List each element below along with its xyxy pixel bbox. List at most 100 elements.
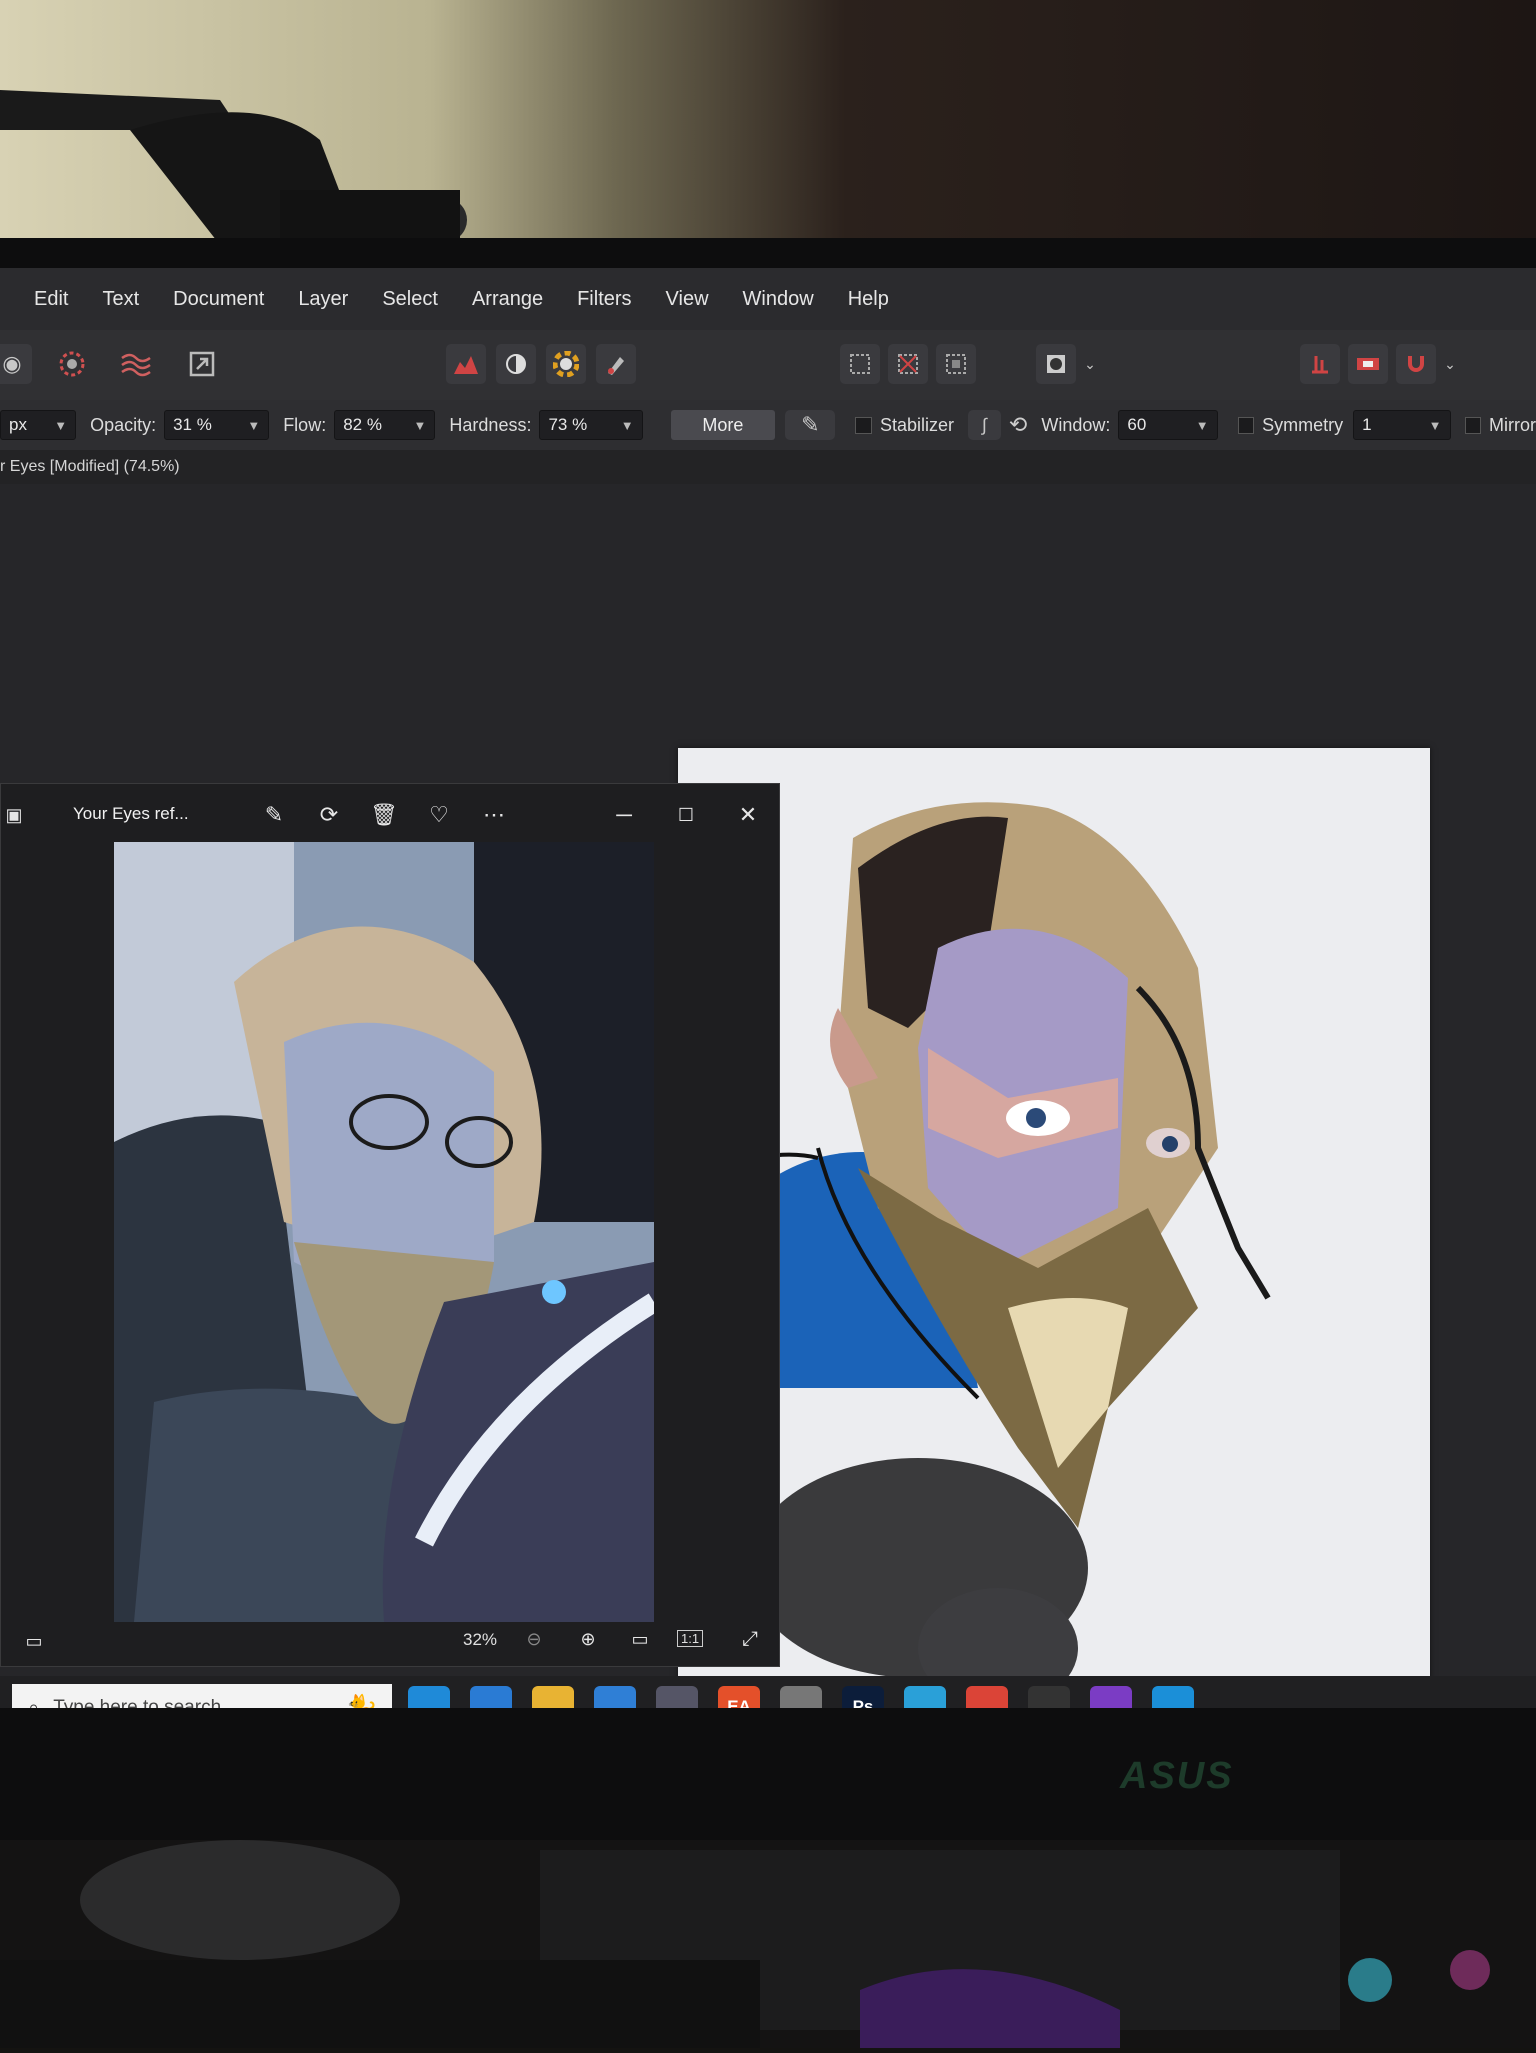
levels-icon[interactable] <box>446 344 486 384</box>
zoom-in-icon[interactable]: ⊕ <box>573 1624 603 1654</box>
wet-edges-icon[interactable]: ✎ <box>785 410 836 440</box>
taskbar-chrome-icon[interactable] <box>966 1686 1008 1708</box>
color-wheel-icon[interactable] <box>546 344 586 384</box>
taskbar-affinity-designer-icon[interactable] <box>1152 1686 1194 1708</box>
monitor-brand-logo: ASUS <box>1120 1755 1234 1797</box>
edit-image-icon[interactable]: ✎ <box>259 800 289 830</box>
window-label: Window: <box>1041 414 1111 435</box>
actual-size-button[interactable]: 1:1 <box>677 1630 704 1647</box>
menu-help[interactable]: Help <box>848 288 889 311</box>
menu-view[interactable]: View <box>666 288 709 311</box>
document-tab[interactable]: r Eyes [Modified] (74.5%) <box>0 450 1536 484</box>
quick-mask-icon[interactable] <box>1036 344 1076 384</box>
reference-photo-image <box>114 842 654 1622</box>
symmetry-select[interactable]: 1 ▼ <box>1353 410 1451 440</box>
contrast-icon[interactable] <box>496 344 536 384</box>
menu-arrange[interactable]: Arrange <box>472 288 543 311</box>
chevron-down-icon: ▼ <box>54 417 68 433</box>
brush-tool-icon[interactable] <box>596 344 636 384</box>
persona-icon[interactable]: ◉ <box>0 344 32 384</box>
taskbar-ea-icon[interactable]: EA <box>718 1686 760 1708</box>
more-options-icon[interactable]: ⋯ <box>479 800 509 830</box>
zoom-out-icon[interactable]: ⊖ <box>519 1624 549 1654</box>
opacity-select[interactable]: 31 % ▼ <box>164 410 270 440</box>
menubar: Edit Text Document Layer Select Arrange … <box>0 268 1536 330</box>
align-icon[interactable] <box>1300 344 1340 384</box>
flow-select[interactable]: 82 % ▼ <box>334 410 436 440</box>
magnet-icon[interactable] <box>1396 344 1436 384</box>
rotate-icon[interactable]: ⟳ <box>314 800 344 830</box>
taskbar-app-5-icon[interactable] <box>656 1686 698 1708</box>
photos-viewer-window: ▣ Your Eyes ref... ✎ ⟳ 🗑 ♡ ⋯ ─ ☐ ✕ ▭ 32%… <box>0 783 780 1667</box>
fullscreen-icon[interactable]: ⤢ <box>735 1624 765 1654</box>
deselect-icon[interactable] <box>888 344 928 384</box>
menu-filters[interactable]: Filters <box>577 288 631 311</box>
filmstrip-icon[interactable]: ▭ <box>19 1626 49 1656</box>
menu-text[interactable]: Text <box>102 288 139 311</box>
fit-window-icon[interactable]: ▭ <box>625 1624 655 1654</box>
minimize-icon[interactable]: ─ <box>609 800 639 830</box>
liquify-persona-icon[interactable] <box>116 344 156 384</box>
photos-statusbar: ▭ 32% ⊖ ⊕ ▭ 1:1 ⤢ <box>1 1616 779 1664</box>
taskbar-mail-icon[interactable] <box>470 1686 512 1708</box>
rope-mode-icon[interactable]: ∫ <box>967 410 1001 440</box>
chevron-down-icon: ▼ <box>413 417 427 433</box>
menu-window[interactable]: Window <box>743 288 814 311</box>
hardness-select[interactable]: 73 % ▼ <box>539 410 643 440</box>
snapping-icon[interactable] <box>1348 344 1388 384</box>
screen: Edit Text Document Layer Select Arrange … <box>0 268 1536 1708</box>
reference-photo <box>114 842 654 1622</box>
maximize-icon[interactable]: ☐ <box>671 800 701 830</box>
brush-width-unit: px <box>9 415 27 434</box>
opacity-label: Opacity: <box>90 414 157 435</box>
portrait-painting <box>717 802 1271 1708</box>
export-persona-icon[interactable] <box>182 344 222 384</box>
taskbar-app-9-icon[interactable] <box>904 1686 946 1708</box>
favorite-heart-icon[interactable]: ♡ <box>424 800 454 830</box>
menu-select[interactable]: Select <box>382 288 438 311</box>
taskbar-affinity-photo-icon[interactable] <box>1090 1686 1132 1708</box>
window-mode-icon[interactable]: ⟲ <box>1009 412 1027 438</box>
window-select[interactable]: 60 ▼ <box>1118 410 1218 440</box>
taskbar-obs-icon[interactable] <box>1028 1686 1070 1708</box>
develop-persona-icon[interactable] <box>52 344 92 384</box>
artboard[interactable] <box>678 748 1430 1708</box>
search-placeholder: Type here to search <box>53 1697 222 1708</box>
menu-layer[interactable]: Layer <box>298 288 348 311</box>
taskbar-search[interactable]: ⌕ Type here to search 🐈 <box>12 1684 392 1708</box>
chevron-down-icon[interactable]: ⌄ <box>1440 344 1460 384</box>
symmetry-label: Symmetry <box>1262 414 1344 435</box>
mirror-checkbox[interactable] <box>1464 416 1482 434</box>
chevron-down-icon: ▼ <box>620 417 634 433</box>
more-button[interactable]: More <box>670 410 776 440</box>
photos-titlebar[interactable]: ▣ Your Eyes ref... ✎ ⟳ 🗑 ♡ ⋯ ─ ☐ ✕ <box>1 784 779 844</box>
context-toolbar: px ▼ Opacity: 31 % ▼ Flow: 82 % ▼ Hardness:… <box>0 400 1536 450</box>
mirror-label: Mirror <box>1489 414 1536 435</box>
toolbar: ◉ ⌄ ⌄ <box>0 330 1536 401</box>
taskbar-file-explorer-icon[interactable] <box>532 1686 574 1708</box>
brush-width-select[interactable]: px ▼ <box>0 410 77 440</box>
taskbar-photoshop-icon[interactable]: Ps <box>842 1686 884 1708</box>
chevron-down-icon[interactable]: ⌄ <box>1080 344 1100 384</box>
delete-icon[interactable]: 🗑 <box>369 800 399 830</box>
opacity-value: 31 % <box>173 415 212 434</box>
menu-edit[interactable]: Edit <box>34 288 68 311</box>
chevron-down-icon: ▼ <box>247 417 261 433</box>
search-icon: ⌕ <box>28 1696 40 1709</box>
symmetry-value: 1 <box>1362 415 1372 434</box>
taskbar-store-icon[interactable] <box>594 1686 636 1708</box>
hardness-label: Hardness: <box>449 414 532 435</box>
desk-items <box>0 1840 1490 2048</box>
symmetry-checkbox[interactable] <box>1237 416 1255 434</box>
lamp-arm <box>0 90 467 245</box>
close-icon[interactable]: ✕ <box>733 800 763 830</box>
menu-document[interactable]: Document <box>173 288 264 311</box>
chevron-down-icon: ▼ <box>1195 417 1209 433</box>
stabilizer-checkbox[interactable] <box>855 416 872 434</box>
taskbar-app-7-icon[interactable] <box>780 1686 822 1708</box>
marquee-select-icon[interactable] <box>840 344 880 384</box>
invert-selection-icon[interactable] <box>936 344 976 384</box>
taskbar-edge-icon[interactable] <box>408 1686 450 1708</box>
cat-icon: 🐈 <box>345 1692 378 1709</box>
flow-value: 82 % <box>343 415 382 434</box>
